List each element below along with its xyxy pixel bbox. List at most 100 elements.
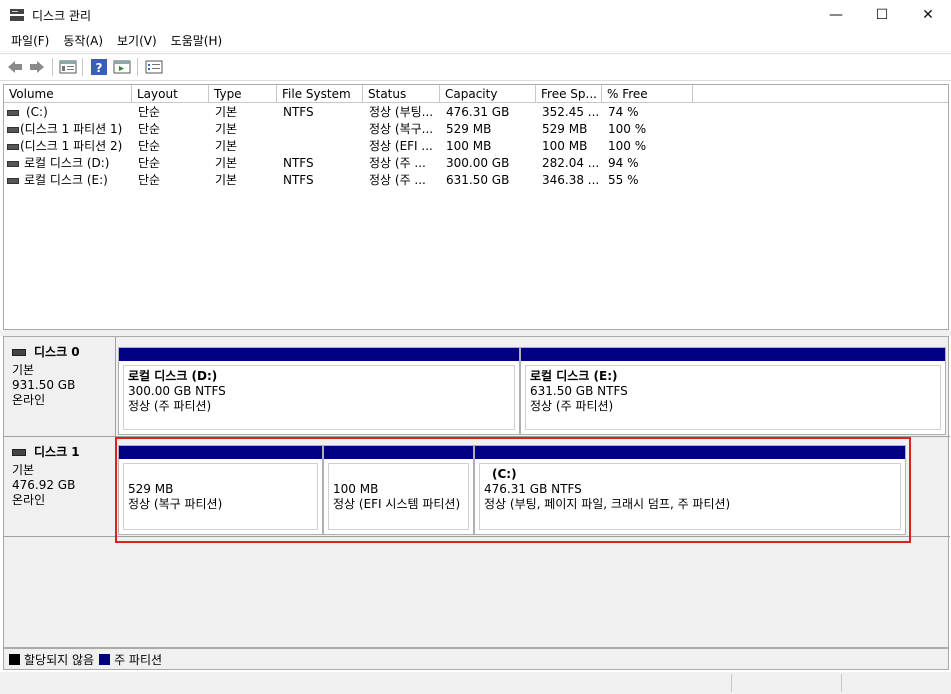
legend-primary-swatch [99, 653, 111, 665]
cell-percent-free: 74 % [608, 105, 639, 119]
title-bar: 디스크 관리 — ☐ ✕ [0, 0, 951, 30]
window-title: 디스크 관리 [32, 9, 92, 23]
close-button[interactable]: ✕ [905, 0, 951, 30]
menu-action[interactable]: 동작(A) [56, 32, 110, 49]
disk-icon [12, 349, 26, 356]
col-header-percent-free[interactable]: % Free [602, 85, 693, 103]
col-header-type[interactable]: Type [209, 85, 277, 103]
volume-icon [7, 110, 19, 116]
menu-file[interactable]: 파일(F) [4, 32, 56, 49]
maximize-button[interactable]: ☐ [859, 0, 905, 30]
partition-d[interactable]: 로컬 디스크 (D:) 300.00 GB NTFS 정상 (주 파티션) [118, 347, 520, 435]
volume-icon [7, 144, 19, 150]
disk-state: 온라인 [12, 493, 46, 507]
disk-0-info[interactable]: 디스크 0 기본 931.50 GB 온라인 [4, 337, 116, 436]
cell-type: 기본 [215, 139, 238, 153]
cell-volume: 로컬 디스크 (E:) [24, 173, 108, 187]
status-segment [731, 674, 732, 692]
menu-view[interactable]: 보기(V) [110, 32, 164, 49]
partition-status: 정상 (부팅, 페이지 파일, 크래시 덤프, 주 파티션) [484, 497, 731, 511]
col-header-free-space[interactable]: Free Sp... [536, 85, 602, 103]
minimize-button[interactable]: — [813, 0, 859, 30]
legend-unallocated-swatch [9, 653, 20, 665]
table-row[interactable]: (디스크 1 파티션 1) 단순 기본 정상 (복구... 529 MB 529… [4, 121, 704, 138]
partition-bar [521, 348, 945, 361]
partition-size: 476.31 GB NTFS [484, 482, 582, 496]
toolbar-separator [52, 58, 53, 76]
checklist-icon[interactable] [145, 59, 163, 75]
disk-icon [12, 449, 26, 456]
cell-layout: 단순 [138, 122, 161, 136]
cell-type: 기본 [215, 156, 238, 170]
partition-bar [324, 446, 473, 459]
cell-volume: (디스크 1 파티션 1) [20, 122, 123, 136]
partition-c[interactable]: (C:) 476.31 GB NTFS 정상 (부팅, 페이지 파일, 크래시 … [474, 445, 906, 535]
cell-status: 정상 (복구... [369, 122, 434, 136]
disk-state: 온라인 [12, 393, 46, 407]
cell-type: 기본 [215, 173, 238, 187]
cell-filesystem [283, 138, 361, 155]
disk-1-info[interactable]: 디스크 1 기본 476.92 GB 온라인 [4, 437, 116, 536]
cell-percent-free: 100 % [608, 122, 647, 136]
partition-status: 정상 (복구 파티션) [128, 497, 223, 511]
cell-capacity: 100 MB [446, 139, 492, 153]
cell-free-space: 282.04 ... [542, 156, 600, 170]
status-segment [841, 674, 842, 692]
cell-volume: 로컬 디스크 (D:) [24, 156, 110, 170]
partition-e[interactable]: 로컬 디스크 (E:) 631.50 GB NTFS 정상 (주 파티션) [520, 347, 946, 435]
cell-layout: 단순 [138, 173, 161, 187]
partition-bar [119, 446, 322, 459]
cell-volume: (C:) [26, 105, 48, 119]
partition-recovery[interactable]: 529 MB 정상 (복구 파티션) [118, 445, 323, 535]
status-bar [0, 672, 951, 694]
partition-status: 정상 (주 파티션) [530, 399, 614, 413]
cell-type: 기본 [215, 122, 238, 136]
cell-percent-free: 94 % [608, 156, 639, 170]
menu-help[interactable]: 도움말(H) [164, 32, 230, 49]
partition-name: 로컬 디스크 (D:) [128, 369, 218, 383]
help-icon[interactable]: ? [90, 59, 108, 75]
col-header-volume[interactable]: Volume [4, 85, 132, 103]
partition-size: 300.00 GB NTFS [128, 384, 226, 398]
partition-efi[interactable]: 100 MB 정상 (EFI 시스템 파티션) [323, 445, 474, 535]
table-row[interactable]: 로컬 디스크 (E:) 단순 기본 NTFS 정상 (주 ... 631.50 … [4, 172, 704, 189]
forward-arrow-icon[interactable] [28, 59, 46, 75]
cell-capacity: 631.50 GB [446, 173, 510, 187]
cell-free-space: 100 MB [542, 139, 588, 153]
legend: 할당되지 않음 주 파티션 [3, 648, 949, 670]
console-icon[interactable] [113, 59, 131, 75]
table-row[interactable]: (디스크 1 파티션 2) 단순 기본 정상 (EFI ... 100 MB 1… [4, 138, 704, 155]
cell-free-space: 529 MB [542, 122, 588, 136]
cell-type: 기본 [215, 105, 238, 119]
col-header-filesystem[interactable]: File System [277, 85, 363, 103]
volume-list[interactable]: Volume Layout Type File System Status Ca… [3, 84, 949, 330]
cell-status: 정상 (EFI ... [369, 139, 433, 153]
partition-size: 529 MB [128, 482, 174, 496]
disk-0-row: 디스크 0 기본 931.50 GB 온라인 로컬 디스크 (D:) 300.0… [4, 337, 950, 437]
cell-filesystem: NTFS [283, 105, 314, 119]
cell-status: 정상 (부팅... [369, 105, 434, 119]
back-arrow-icon[interactable] [6, 59, 24, 75]
partition-name: 로컬 디스크 (E:) [530, 369, 618, 383]
cell-layout: 단순 [138, 139, 161, 153]
col-header-status[interactable]: Status [363, 85, 440, 103]
disk-size: 931.50 GB [12, 378, 76, 392]
cell-layout: 단순 [138, 105, 161, 119]
properties-icon[interactable] [59, 59, 77, 75]
volume-icon [7, 178, 19, 184]
cell-capacity: 476.31 GB [446, 105, 510, 119]
partition-bar [119, 348, 519, 361]
col-header-capacity[interactable]: Capacity [440, 85, 536, 103]
cell-layout: 단순 [138, 156, 161, 170]
disk-type: 기본 [12, 463, 35, 477]
disk-management-icon [10, 9, 24, 21]
cell-capacity: 300.00 GB [446, 156, 510, 170]
volume-icon [7, 127, 19, 133]
table-row[interactable]: (C:) 단순 기본 NTFS 정상 (부팅... 476.31 GB 352.… [4, 104, 704, 121]
cell-filesystem: NTFS [283, 173, 314, 187]
svg-text:?: ? [96, 61, 103, 75]
partition-size: 631.50 GB NTFS [530, 384, 628, 398]
col-header-layout[interactable]: Layout [132, 85, 209, 103]
table-row[interactable]: 로컬 디스크 (D:) 단순 기본 NTFS 정상 (주 ... 300.00 … [4, 155, 704, 172]
cell-status: 정상 (주 ... [369, 173, 426, 187]
